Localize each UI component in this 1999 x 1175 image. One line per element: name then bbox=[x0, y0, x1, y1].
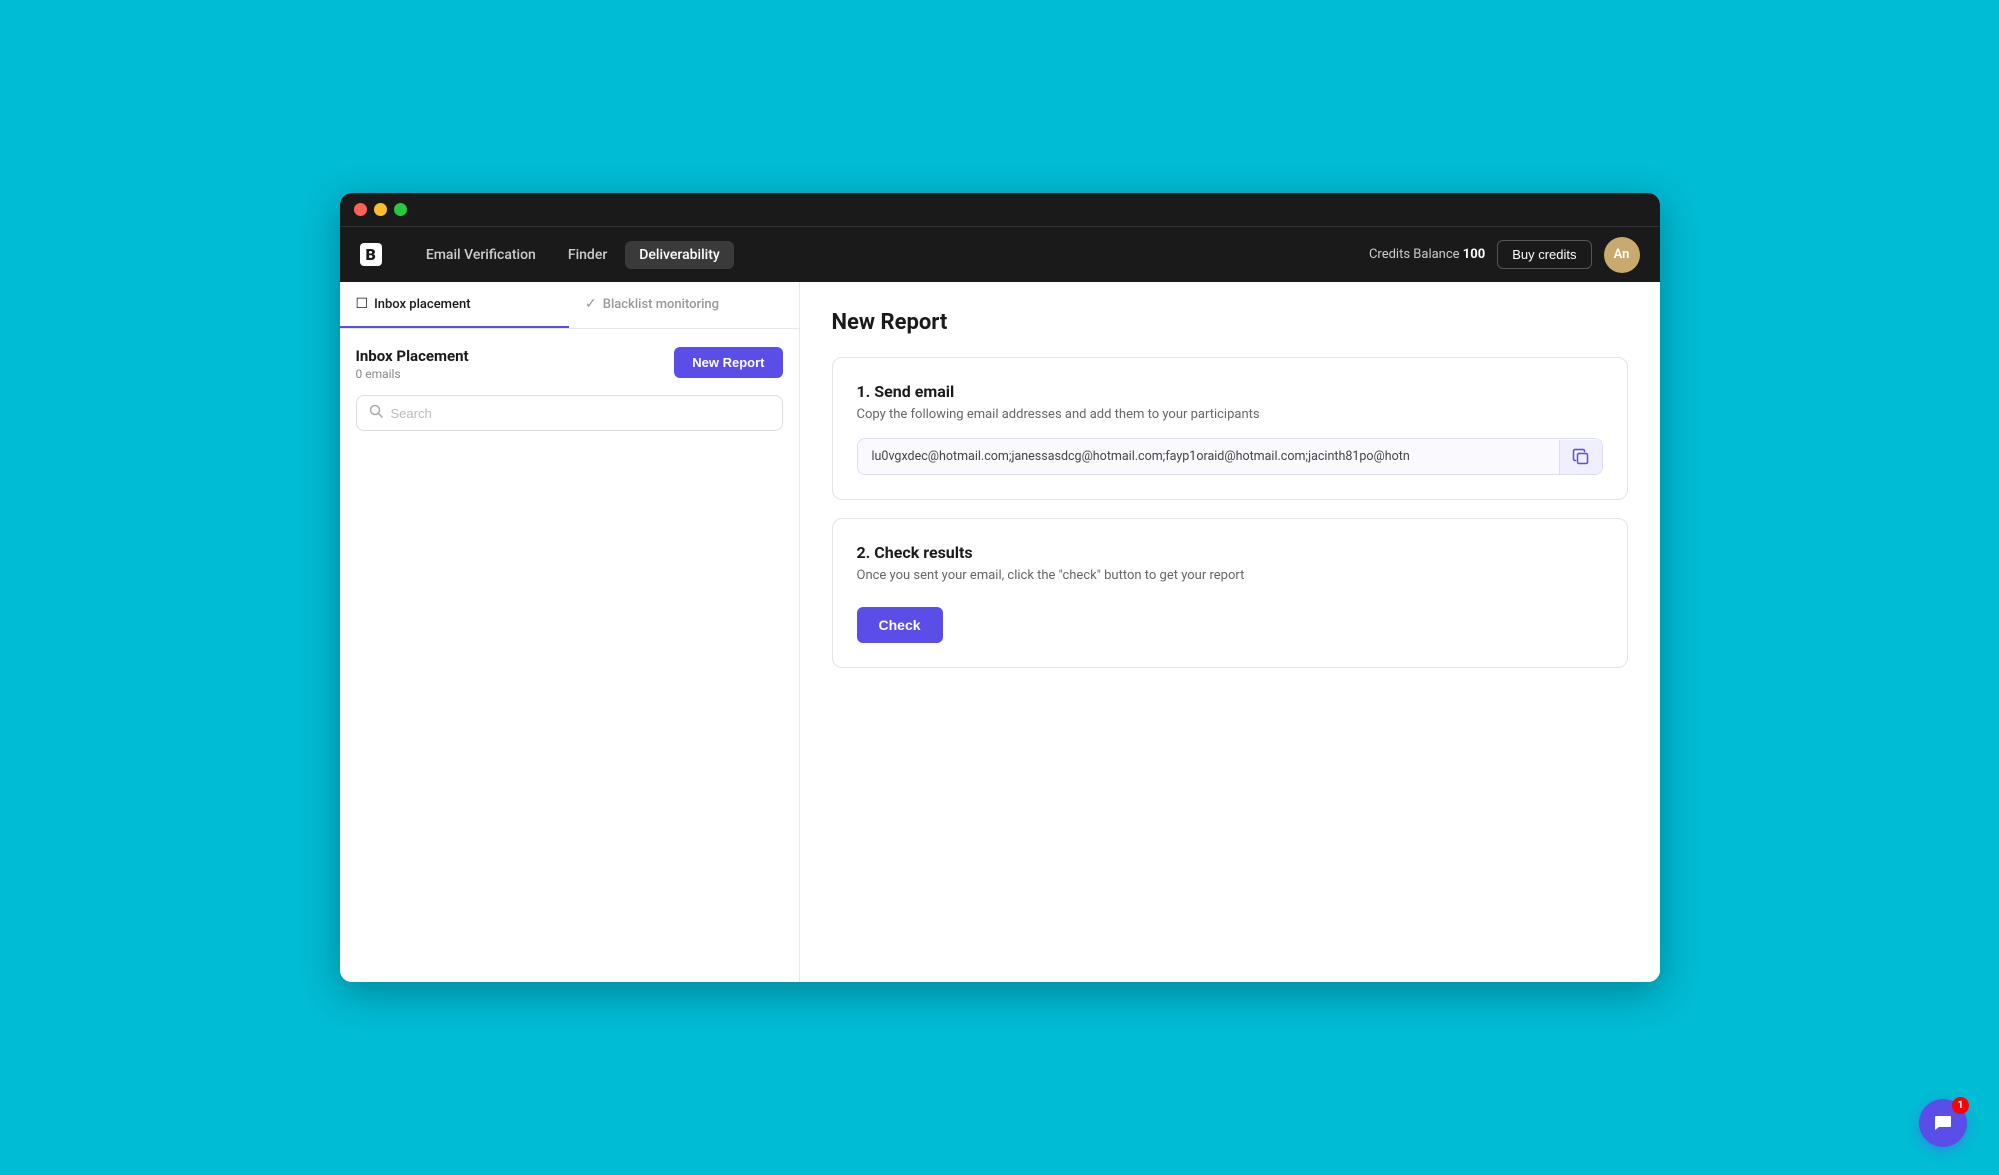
nav-email-verification[interactable]: Email Verification bbox=[412, 241, 550, 269]
search-box bbox=[356, 395, 783, 431]
sidebar-subtitle: 0 emails bbox=[356, 367, 469, 381]
tab-inbox-placement[interactable]: ☐ Inbox placement bbox=[340, 282, 570, 328]
buy-credits-button[interactable]: Buy credits bbox=[1497, 240, 1591, 269]
chat-icon bbox=[1932, 1112, 1954, 1134]
minimize-dot[interactable] bbox=[374, 203, 387, 216]
inbox-placement-icon: ☐ bbox=[356, 296, 369, 312]
copy-icon bbox=[1572, 448, 1590, 466]
avatar[interactable]: An bbox=[1604, 237, 1640, 273]
blacklist-monitoring-icon: ✓ bbox=[585, 296, 597, 312]
main-content: New Report 1. Send email Copy the follow… bbox=[800, 282, 1660, 982]
tab-blacklist-monitoring[interactable]: ✓ Blacklist monitoring bbox=[569, 282, 799, 328]
nav-links: Email Verification Finder Deliverability bbox=[412, 241, 1369, 269]
new-report-button[interactable]: New Report bbox=[674, 347, 782, 378]
step2-title: 2. Check results bbox=[857, 543, 1603, 562]
nav-finder[interactable]: Finder bbox=[554, 241, 621, 269]
step1-description: Copy the following email addresses and a… bbox=[857, 407, 1603, 422]
nav-deliverability[interactable]: Deliverability bbox=[625, 241, 733, 269]
sidebar: ☐ Inbox placement ✓ Blacklist monitoring… bbox=[340, 282, 800, 982]
sidebar-title: Inbox Placement bbox=[356, 347, 469, 365]
email-field-text: lu0vgxdec@hotmail.com;janessasdcg@hotmai… bbox=[858, 439, 1559, 474]
sidebar-header: Inbox Placement 0 emails New Report bbox=[356, 347, 783, 381]
step1-card: 1. Send email Copy the following email a… bbox=[832, 357, 1628, 500]
titlebar bbox=[340, 193, 1660, 226]
copy-button[interactable] bbox=[1559, 440, 1602, 474]
sidebar-tabs: ☐ Inbox placement ✓ Blacklist monitoring bbox=[340, 282, 799, 329]
chat-badge: 1 bbox=[1952, 1097, 1969, 1114]
page-title: New Report bbox=[832, 310, 1628, 335]
main-layout: ☐ Inbox placement ✓ Blacklist monitoring… bbox=[340, 282, 1660, 982]
close-dot[interactable] bbox=[354, 203, 367, 216]
navbar: B Email Verification Finder Deliverabili… bbox=[340, 226, 1660, 282]
logo[interactable]: B bbox=[360, 243, 382, 266]
step1-title: 1. Send email bbox=[857, 382, 1603, 401]
search-icon bbox=[369, 404, 383, 422]
email-field-row: lu0vgxdec@hotmail.com;janessasdcg@hotmai… bbox=[857, 438, 1603, 475]
chat-widget[interactable]: 1 bbox=[1919, 1099, 1967, 1147]
sidebar-content: Inbox Placement 0 emails New Report bbox=[340, 329, 799, 982]
step2-card: 2. Check results Once you sent your emai… bbox=[832, 518, 1628, 668]
sidebar-title-group: Inbox Placement 0 emails bbox=[356, 347, 469, 381]
search-input[interactable] bbox=[391, 406, 770, 421]
credits-info: Credits Balance 100 bbox=[1369, 247, 1485, 262]
check-button[interactable]: Check bbox=[857, 607, 943, 643]
step2-description: Once you sent your email, click the "che… bbox=[857, 568, 1603, 583]
maximize-dot[interactable] bbox=[394, 203, 407, 216]
navbar-right: Credits Balance 100 Buy credits An bbox=[1369, 237, 1640, 273]
